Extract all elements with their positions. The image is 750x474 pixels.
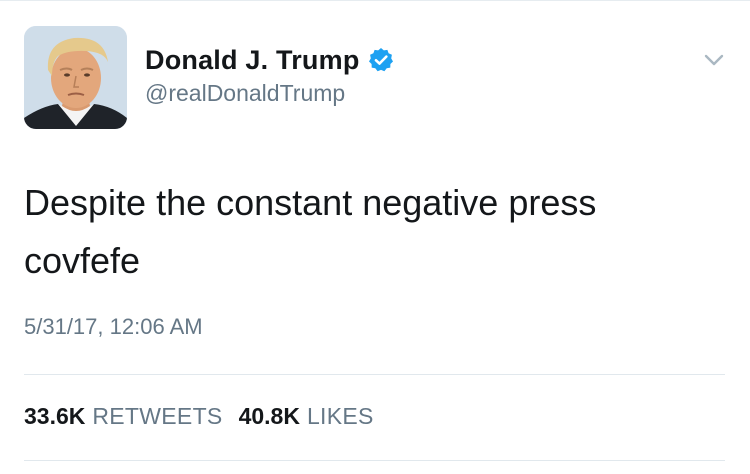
author-display-name[interactable]: Donald J. Trump <box>145 45 360 76</box>
chevron-down-icon[interactable] <box>703 52 725 68</box>
retweets-count: 33.6K <box>24 403 86 429</box>
stats-top-divider <box>24 374 725 375</box>
author-name-row[interactable]: Donald J. Trump <box>145 44 394 76</box>
tweet-stats: 33.6K RETWEETS 40.8K LIKES <box>24 403 374 430</box>
stats-bottom-divider <box>24 460 725 461</box>
avatar[interactable] <box>24 26 127 129</box>
likes-stat[interactable]: 40.8K LIKES <box>239 403 374 430</box>
tweet-text-line: covfefe <box>24 240 141 281</box>
likes-label: LIKES <box>306 403 374 429</box>
verified-badge-icon <box>368 47 394 73</box>
tweet-text: Despite the constant negative press covf… <box>24 174 724 290</box>
top-divider <box>0 0 750 1</box>
author-handle[interactable]: @realDonaldTrump <box>145 80 345 107</box>
tweet-timestamp[interactable]: 5/31/17, 12:06 AM <box>24 314 203 340</box>
likes-count: 40.8K <box>238 403 300 429</box>
tweet-text-line: Despite the constant negative press <box>24 182 597 223</box>
profile-photo-avatar <box>24 26 127 129</box>
retweets-label: RETWEETS <box>92 403 223 429</box>
retweets-stat[interactable]: 33.6K RETWEETS <box>24 403 223 430</box>
